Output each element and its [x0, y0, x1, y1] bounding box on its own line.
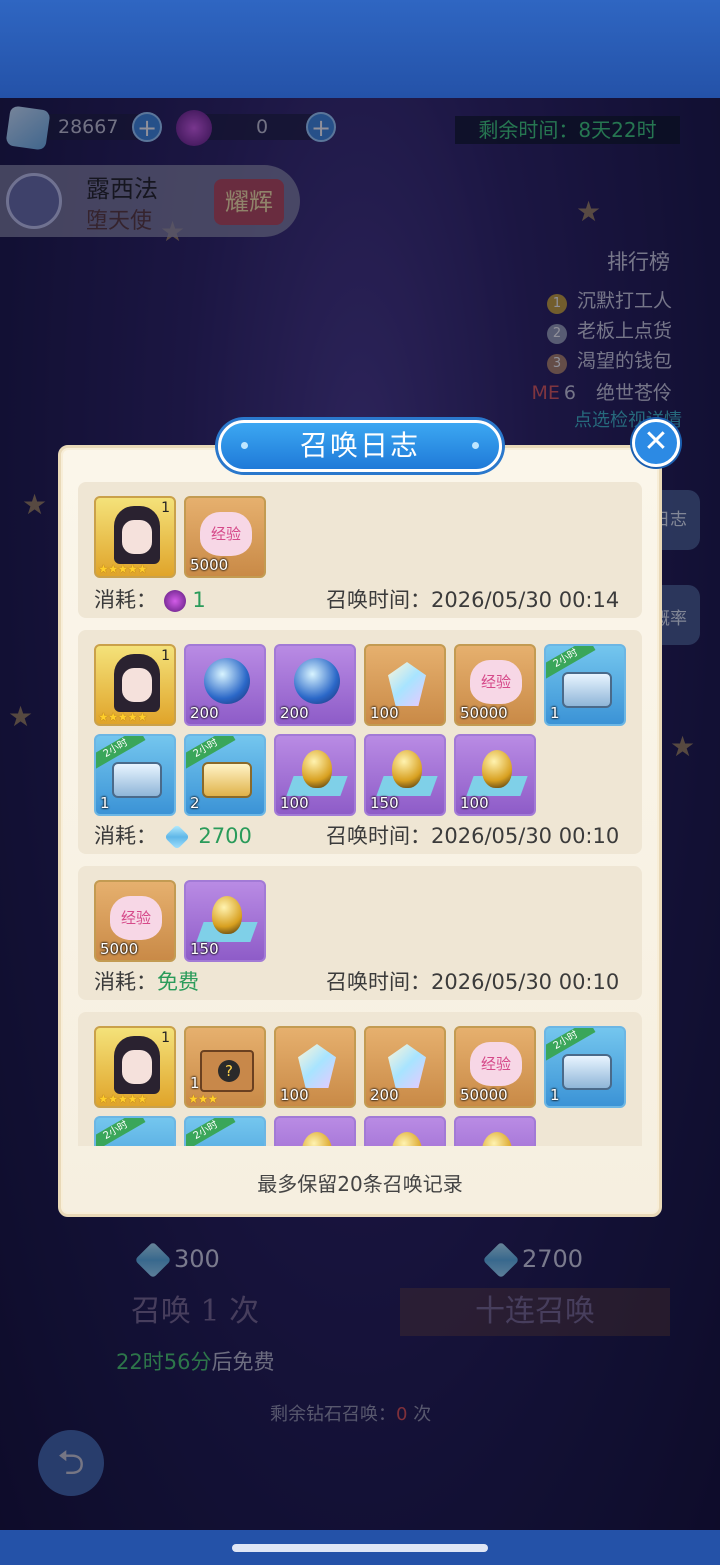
duration-tag: 2小时 — [96, 1118, 146, 1146]
treasure-chest-item[interactable]: 2小时 1 — [94, 734, 176, 816]
diamond-icon — [388, 1044, 426, 1088]
character-face — [122, 520, 152, 554]
character-card[interactable]: 1 ★★★★★ — [94, 1026, 176, 1108]
egg-icon — [482, 750, 512, 788]
log-entry: 1 ★★★★★ 经验 5000 消耗： 1 召唤时间：2026/05/30 00… — [78, 482, 642, 618]
gold-chest-item[interactable]: 2小时 2 — [184, 734, 266, 816]
star-rating: ★★★★★ — [98, 1092, 148, 1106]
treasure-chest-item[interactable]: 2小时 1 — [544, 644, 626, 726]
log-limit-note: 最多保留20条召唤记录 — [257, 1172, 463, 1196]
heart-exp-icon: 经验 — [200, 512, 252, 556]
character-card[interactable]: 1 ★★★★★ — [94, 496, 176, 578]
star-rating: ★★★★★ — [98, 562, 148, 576]
log-entry: 经验 5000 150 消耗：免费 召唤时间：2026/05/30 00:10 — [78, 866, 642, 1000]
cost-line: 消耗：免费 — [94, 970, 199, 994]
diamond-icon — [163, 824, 190, 850]
treasure-chest-item[interactable]: 2小时 1 — [544, 1026, 626, 1108]
exp-heart-item[interactable]: 经验 5000 — [94, 880, 176, 962]
cost-line: 消耗： 2700 — [94, 824, 252, 850]
character-face — [122, 668, 152, 702]
character-card[interactable]: 1 ★★★★★ — [94, 644, 176, 726]
star-rating: ★★★★★ — [98, 710, 148, 724]
dialog-title: 召唤日志 — [218, 420, 502, 472]
chest-icon — [562, 672, 612, 708]
summon-ticket-icon — [163, 590, 186, 612]
chest-icon — [562, 1054, 612, 1090]
diamond-crystal-item[interactable]: 200 — [364, 1026, 446, 1108]
golden-egg-item[interactable]: 150 — [184, 880, 266, 962]
close-icon[interactable]: ✕ — [632, 419, 680, 467]
golden-egg-item[interactable]: 100 — [274, 734, 356, 816]
golden-egg-item[interactable]: 100 — [454, 734, 536, 816]
cost-line: 消耗： 1 — [94, 588, 206, 612]
egg-icon — [212, 896, 242, 934]
gold-chest-icon — [202, 762, 252, 798]
diamond-crystal-item[interactable]: 100 — [364, 644, 446, 726]
heart-exp-icon: 经验 — [470, 1042, 522, 1086]
exp-heart-item[interactable]: 经验 5000 — [184, 496, 266, 578]
egg-icon — [302, 1132, 332, 1146]
heart-exp-icon: 经验 — [110, 896, 162, 940]
diamond-crystal-item[interactable]: 100 — [274, 1026, 356, 1108]
exp-heart-item[interactable]: 经验 50000 — [454, 644, 536, 726]
golden-egg-item[interactable] — [454, 1116, 536, 1146]
log-entry: 1 ★★★★★ 200 200 100 经验 50000 2小时 1 2小时 1 — [78, 630, 642, 854]
treasure-chest-item[interactable]: 2小时 — [94, 1116, 176, 1146]
star-rating: ★★★ — [188, 1092, 218, 1106]
golden-egg-item[interactable]: 150 — [364, 734, 446, 816]
time-line: 召唤时间：2026/05/30 00:10 — [326, 824, 620, 848]
time-line: 召唤时间：2026/05/30 00:10 — [326, 970, 620, 994]
time-line: 召唤时间：2026/05/30 00:14 — [326, 588, 620, 612]
egg-icon — [482, 1132, 512, 1146]
crystal-orb-item[interactable]: 200 — [274, 644, 356, 726]
golden-egg-item[interactable] — [364, 1116, 446, 1146]
chest-icon — [112, 762, 162, 798]
heart-exp-icon: 经验 — [470, 660, 522, 704]
duration-tag: 2小时 — [186, 1118, 236, 1146]
egg-icon — [392, 750, 422, 788]
character-face — [122, 1050, 152, 1084]
egg-icon — [392, 1132, 422, 1146]
diamond-icon — [388, 662, 426, 706]
egg-icon — [302, 750, 332, 788]
top-bar — [0, 0, 720, 98]
diamond-icon — [298, 1044, 336, 1088]
golden-egg-item[interactable] — [274, 1116, 356, 1146]
exp-heart-item[interactable]: 经验 50000 — [454, 1026, 536, 1108]
orb-icon — [294, 658, 340, 704]
log-entry: 1 ★★★★★ ? 1 ★★★ 100 200 经验 50000 2小时 1 2… — [78, 1012, 642, 1146]
question-icon: ? — [218, 1060, 240, 1082]
mystery-box-item[interactable]: ? 1 ★★★ — [184, 1026, 266, 1108]
crystal-orb-item[interactable]: 200 — [184, 644, 266, 726]
treasure-chest-item[interactable]: 2小时 — [184, 1116, 266, 1146]
orb-icon — [204, 658, 250, 704]
summon-log-list[interactable]: 1 ★★★★★ 经验 5000 消耗： 1 召唤时间：2026/05/30 00… — [78, 482, 642, 1146]
home-indicator[interactable] — [232, 1544, 488, 1552]
